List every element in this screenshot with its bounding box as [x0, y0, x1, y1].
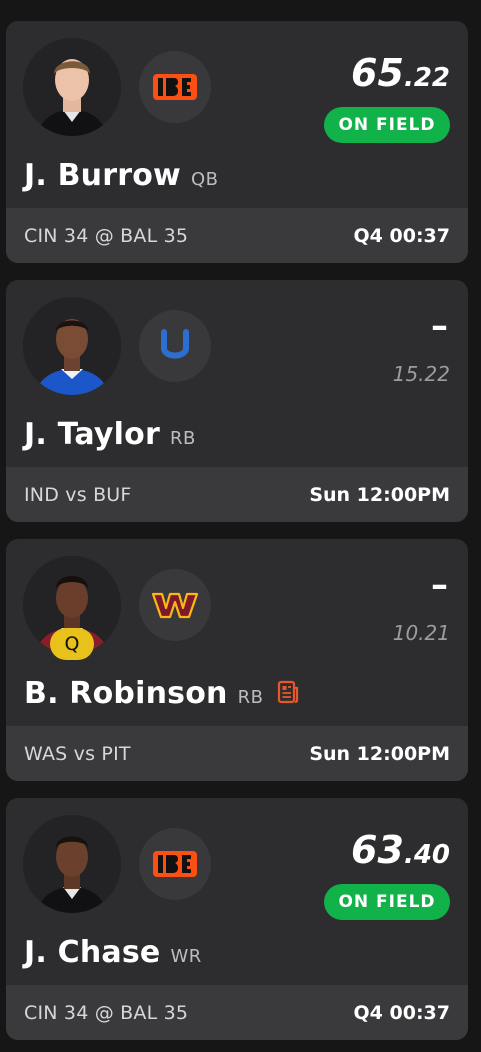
- player-name[interactable]: J. Taylor: [24, 417, 160, 452]
- on-field-badge: ON FIELD: [324, 107, 450, 143]
- matchup-text: CIN 34 @ BAL 35: [24, 1001, 189, 1024]
- game-info-bar: CIN 34 @ BAL 35 Q4 00:37: [6, 208, 468, 263]
- player-headshot-avatar: [23, 815, 121, 913]
- bengals-logo-icon: [139, 51, 211, 123]
- game-clock: Q4 00:37: [353, 224, 450, 247]
- player-position: RB: [237, 687, 264, 708]
- player-position: QB: [190, 169, 219, 190]
- game-info-bar: WAS vs PIT Sun 12:00PM: [6, 726, 468, 781]
- news-icon[interactable]: [275, 679, 301, 709]
- game-info-bar: IND vs BUF Sun 12:00PM: [6, 467, 468, 522]
- matchup-text: WAS vs PIT: [24, 742, 131, 765]
- score-placeholder: –: [431, 306, 448, 346]
- matchup-text: CIN 34 @ BAL 35: [24, 224, 189, 247]
- on-field-badge: ON FIELD: [324, 884, 450, 920]
- bengals-logo-icon: [139, 828, 211, 900]
- game-time: Sun 12:00PM: [309, 742, 450, 765]
- projected-points: 10.21: [392, 621, 450, 645]
- fantasy-score: 63.40: [351, 828, 450, 872]
- game-clock: Q4 00:37: [353, 1001, 450, 1024]
- player-name[interactable]: B. Robinson: [24, 676, 228, 711]
- game-time: Sun 12:00PM: [309, 483, 450, 506]
- commanders-logo-icon: [139, 569, 211, 641]
- game-info-bar: CIN 34 @ BAL 35 Q4 00:37: [6, 985, 468, 1040]
- player-name[interactable]: J. Burrow: [24, 158, 181, 193]
- player-card-robinson[interactable]: Q – 10.21 B. Robinson RB WAS vs PIT Sun …: [6, 539, 468, 781]
- player-headshot-avatar: [23, 297, 121, 395]
- injury-questionable-badge[interactable]: Q: [50, 628, 94, 660]
- player-name[interactable]: J. Chase: [24, 935, 160, 970]
- player-card-taylor[interactable]: – 15.22 J. Taylor RB IND vs BUF Sun 12:0…: [6, 280, 468, 522]
- projected-points: 15.22: [392, 362, 450, 386]
- score-placeholder: –: [431, 565, 448, 605]
- player-position: RB: [169, 428, 196, 449]
- player-position: WR: [170, 946, 202, 967]
- player-card-burrow[interactable]: 65.22 ON FIELD J. Burrow QB CIN 34 @ BAL…: [6, 21, 468, 263]
- matchup-text: IND vs BUF: [24, 483, 132, 506]
- player-headshot-avatar: [23, 38, 121, 136]
- colts-logo-icon: [139, 310, 211, 382]
- fantasy-score: 65.22: [351, 51, 450, 95]
- player-card-chase[interactable]: 63.40 ON FIELD J. Chase WR CIN 34 @ BAL …: [6, 798, 468, 1040]
